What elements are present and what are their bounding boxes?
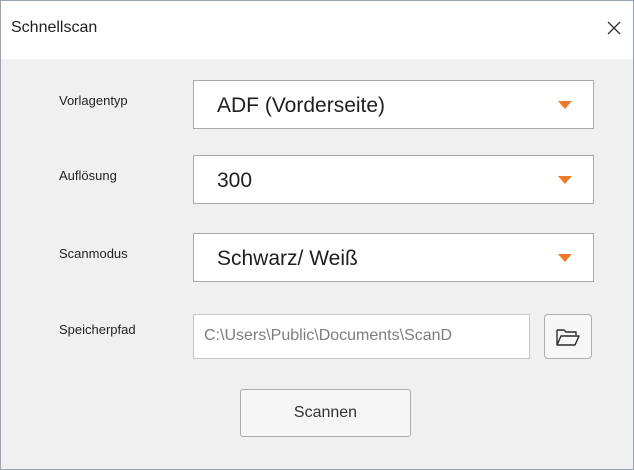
resolution-value: 300: [217, 169, 253, 192]
document-type-label: Vorlagentyp: [59, 93, 128, 108]
browse-folder-button[interactable]: [544, 314, 592, 359]
scan-mode-label: Scanmodus: [59, 246, 128, 261]
dropdown-arrow-icon: [558, 176, 572, 184]
folder-open-icon: [556, 328, 580, 346]
document-type-value: ADF (Vorderseite): [217, 94, 386, 117]
resolution-dropdown[interactable]: 300: [193, 155, 594, 204]
window-title: Schnellscan: [11, 19, 98, 36]
dropdown-arrow-icon: [558, 254, 572, 262]
title-bar: Schnellscan: [1, 1, 633, 59]
save-path-value: C:\Users\Public\Documents\ScanD: [204, 327, 453, 344]
scan-mode-dropdown[interactable]: Schwarz/ Weiß: [193, 233, 594, 282]
save-path-label: Speicherpfad: [59, 322, 136, 337]
scan-mode-value: Schwarz/ Weiß: [217, 247, 358, 270]
document-type-dropdown[interactable]: ADF (Vorderseite): [193, 80, 594, 129]
scan-button[interactable]: Scannen: [240, 389, 411, 437]
close-icon: [607, 21, 621, 35]
save-path-field[interactable]: C:\Users\Public\Documents\ScanD: [193, 314, 530, 359]
resolution-label: Auflösung: [59, 168, 117, 183]
dropdown-arrow-icon: [558, 101, 572, 109]
close-button[interactable]: [597, 11, 631, 45]
